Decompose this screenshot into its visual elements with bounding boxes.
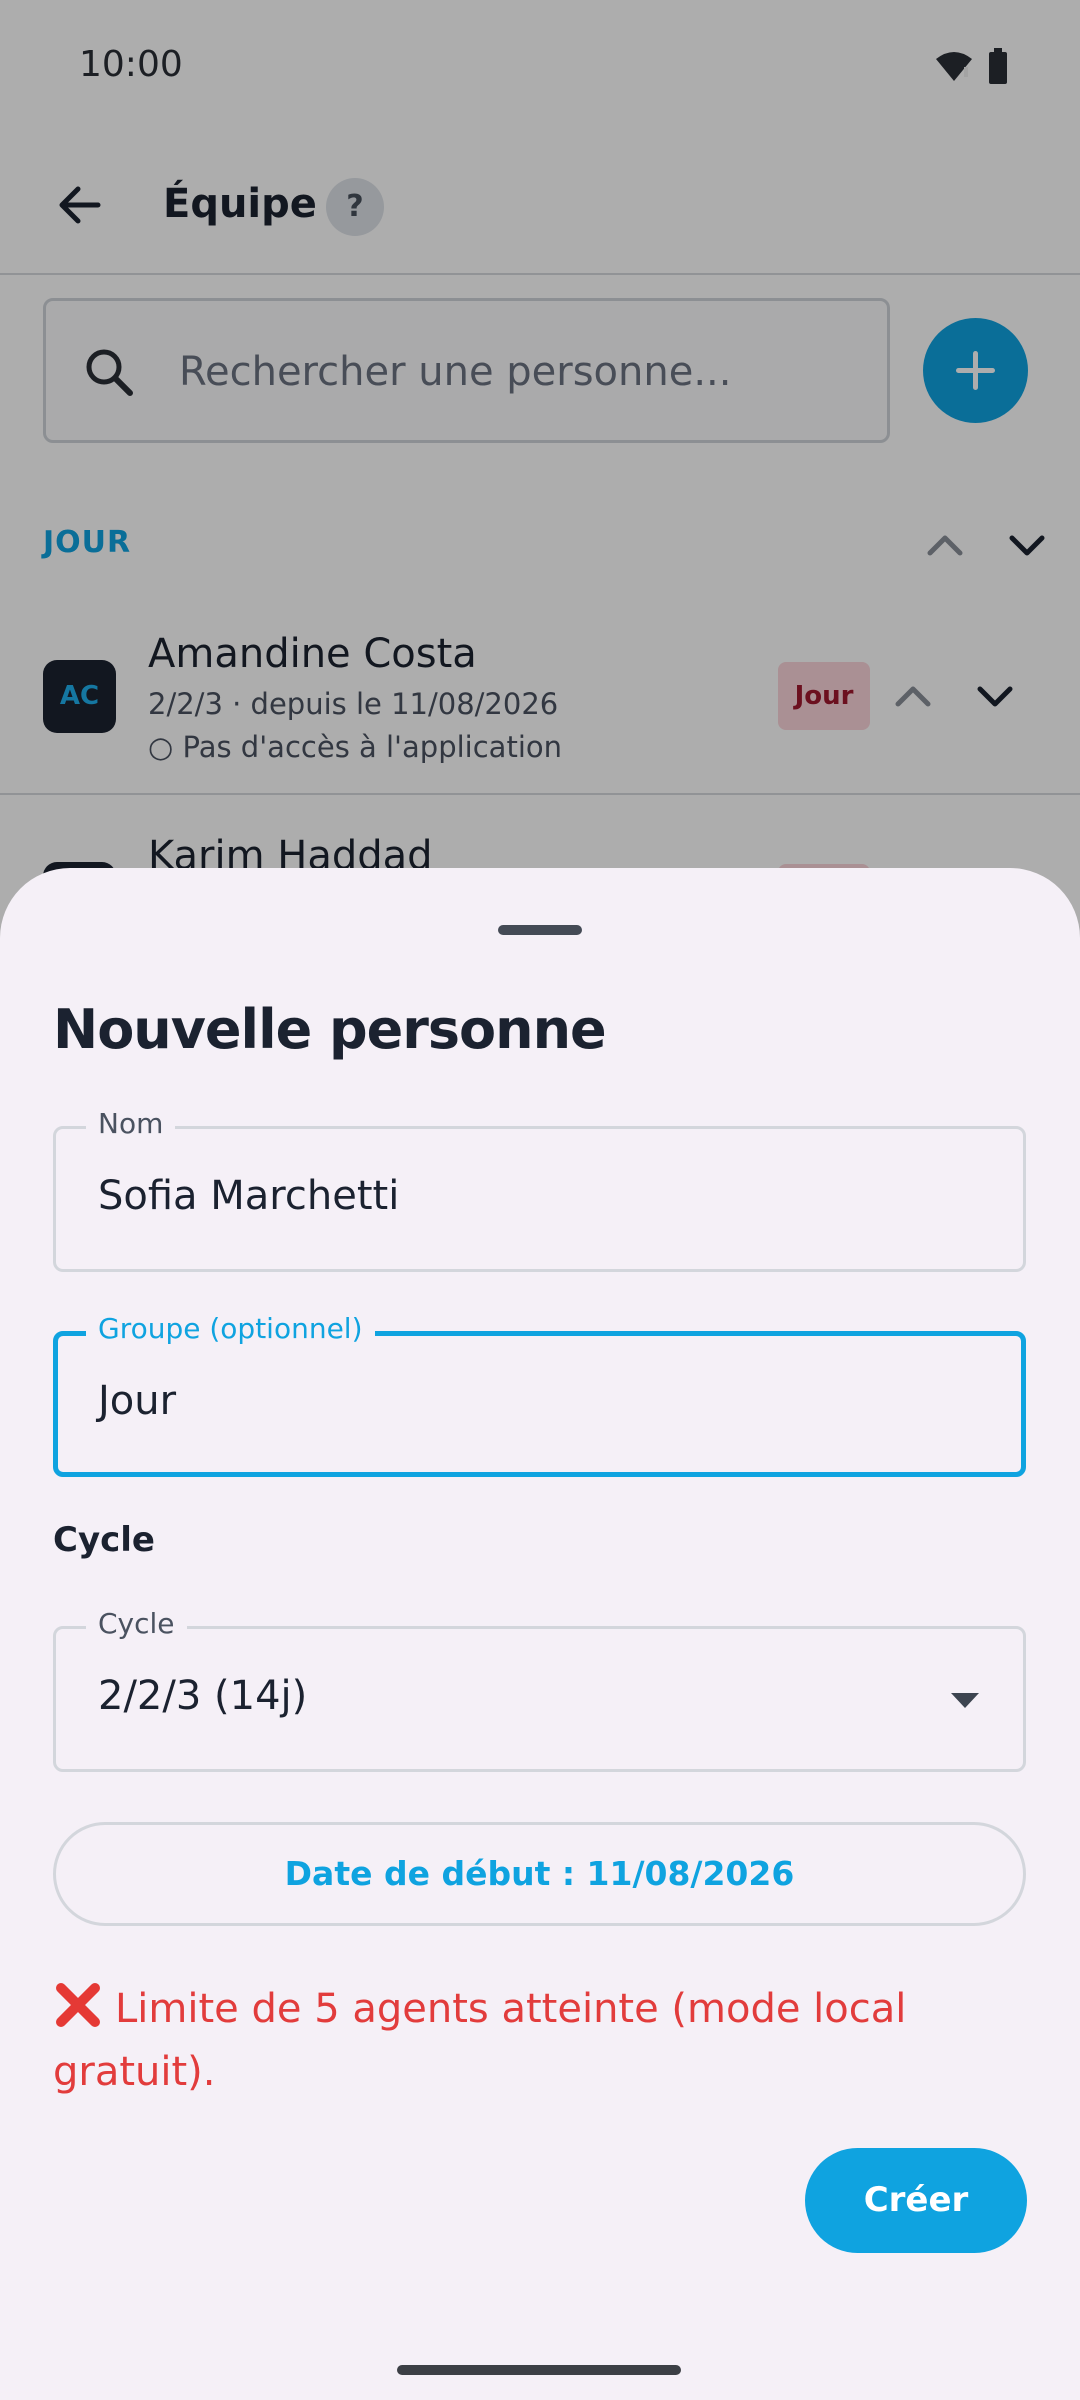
drag-handle[interactable]	[498, 925, 582, 935]
dropdown-arrow-icon	[951, 1693, 979, 1708]
name-field[interactable]: Nom Sofia Marchetti	[53, 1107, 1026, 1272]
error-text: Limite de 5 agents atteinte (mode local …	[53, 1986, 907, 2095]
start-date-button[interactable]: Date de début : 11/08/2026	[53, 1822, 1026, 1926]
error-x-icon	[56, 1983, 100, 2027]
home-indicator[interactable]	[397, 2365, 681, 2375]
group-field[interactable]: Groupe (optionnel) Jour	[53, 1312, 1026, 1477]
new-person-bottom-sheet: Nouvelle personne Nom Sofia Marchetti Gr…	[0, 868, 1080, 2400]
create-button[interactable]: Créer	[805, 2148, 1027, 2253]
sheet-title: Nouvelle personne	[53, 998, 607, 1061]
name-field-value: Sofia Marchetti	[98, 1173, 400, 1219]
cycle-select-value: 2/2/3 (14j)	[98, 1673, 308, 1719]
error-message: Limite de 5 agents atteinte (mode local …	[53, 1978, 973, 2104]
cycle-select[interactable]: Cycle 2/2/3 (14j)	[53, 1607, 1026, 1772]
group-field-label: Groupe (optionnel)	[86, 1312, 375, 1345]
group-field-value: Jour	[98, 1378, 177, 1424]
cycle-select-label: Cycle	[86, 1607, 187, 1640]
cycle-section-title: Cycle	[53, 1520, 155, 1560]
name-field-label: Nom	[86, 1107, 176, 1140]
